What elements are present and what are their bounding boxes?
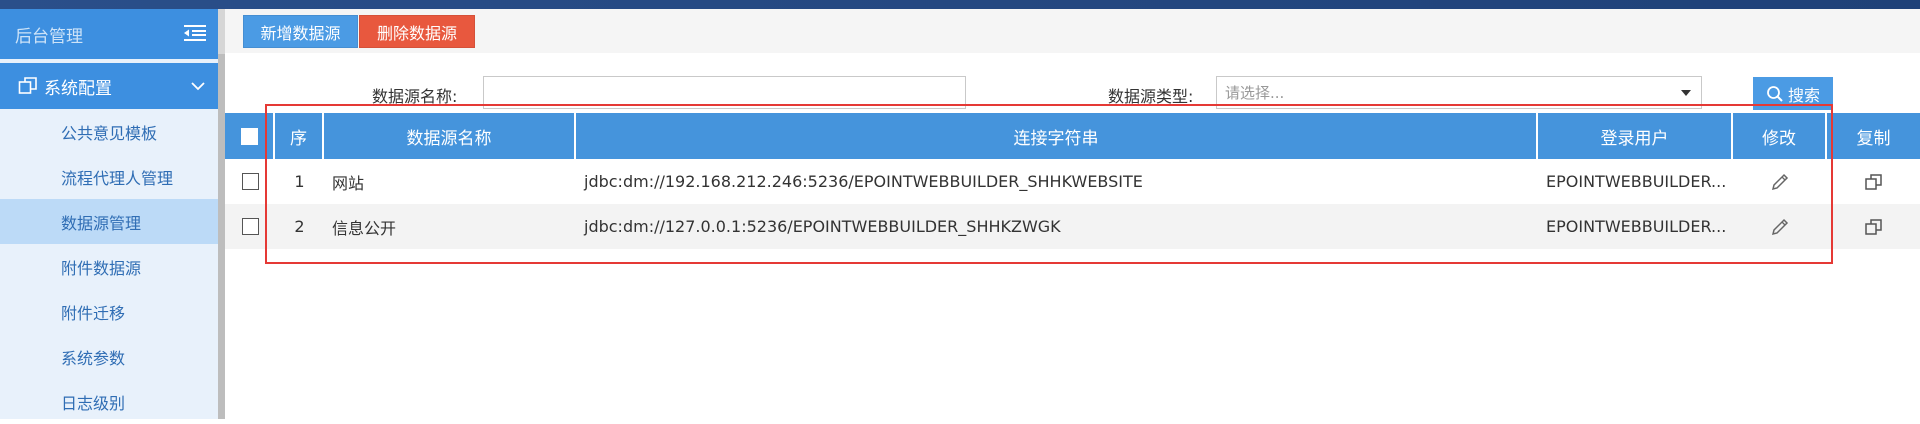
header-edit: 修改 (1733, 113, 1827, 159)
datasource-name-label: 数据源名称: (372, 87, 458, 106)
menu-collapse-icon[interactable] (184, 23, 206, 43)
sidebar-group-label: 系统配置 (44, 78, 112, 99)
select-all-checkbox[interactable] (240, 127, 258, 145)
pencil-icon[interactable] (1769, 216, 1791, 238)
sidebar: 后台管理 系统配置 公共意见模板 流程代理人管理 数据源管理 附件数据源 附件迁… (0, 9, 218, 419)
search-button[interactable]: 搜索 (1753, 77, 1833, 110)
header-copy: 复制 (1856, 128, 1891, 149)
datasource-type-label: 数据源类型: (1108, 87, 1194, 106)
dropdown-caret-icon (1681, 90, 1691, 96)
row-name: 网站 (332, 173, 365, 193)
window-icon (18, 77, 37, 94)
add-datasource-button[interactable]: 新增数据源 (243, 15, 358, 48)
sidebar-item-system-params[interactable]: 系统参数 (0, 334, 218, 379)
datasource-type-placeholder: 请选择... (1225, 84, 1285, 102)
header-name[interactable]: 数据源名称 (324, 113, 576, 159)
sidebar-scrollbar-thumb[interactable] (218, 54, 225, 419)
row-no: 1 (294, 172, 305, 191)
sidebar-item-log-level[interactable]: 日志级别 (0, 379, 218, 424)
top-bar (0, 0, 1920, 9)
sidebar-scrollbar[interactable] (218, 9, 225, 419)
sidebar-item-attachment-datasource[interactable]: 附件数据源 (0, 244, 218, 289)
row-login-user: EPOINTWEBBUILDER... (1546, 217, 1727, 236)
row-edit-cell (1733, 204, 1827, 249)
row-checkbox[interactable] (241, 218, 259, 235)
datasource-type-select[interactable]: 请选择... (1216, 76, 1702, 109)
row-select-cell (225, 204, 275, 249)
row-connection-string: jdbc:dm://127.0.0.1:5236/EPOINTWEBBUILDE… (584, 217, 1061, 236)
sidebar-header: 后台管理 (0, 9, 218, 59)
row-copy-cell (1827, 159, 1920, 204)
copy-icon[interactable] (1863, 216, 1885, 238)
row-edit-cell (1733, 159, 1827, 204)
main-content: 新增数据源 删除数据源 数据源名称: 数据源类型: 请选择... 搜索 序 数据… (225, 9, 1920, 419)
row-login-user: EPOINTWEBBUILDER... (1546, 172, 1727, 191)
copy-icon[interactable] (1863, 171, 1885, 193)
search-icon (1767, 85, 1783, 102)
grid-header-row: 序 数据源名称 连接字符串 登录用户 修改 复制 (225, 113, 1920, 159)
delete-datasource-button[interactable]: 删除数据源 (359, 15, 475, 48)
sidebar-item-attachment-migration[interactable]: 附件迁移 (0, 289, 218, 334)
row-checkbox[interactable] (241, 173, 259, 190)
header-login-user[interactable]: 登录用户 (1538, 113, 1733, 159)
search-bar: 数据源名称: 数据源类型: 请选择... 搜索 (225, 53, 1920, 113)
sidebar-item-process-agent[interactable]: 流程代理人管理 (0, 154, 218, 199)
row-no: 2 (294, 217, 305, 236)
pencil-icon[interactable] (1769, 171, 1791, 193)
sidebar-item-datasource[interactable]: 数据源管理 (0, 199, 218, 244)
datasource-name-input[interactable] (483, 76, 966, 109)
header-select-all-cell (225, 113, 275, 159)
row-connection-string: jdbc:dm://192.168.212.246:5236/EPOINTWEB… (584, 172, 1143, 191)
chevron-down-icon (191, 82, 205, 91)
row-copy-cell (1827, 204, 1920, 249)
row-select-cell (225, 159, 275, 204)
toolbar: 新增数据源 删除数据源 (225, 9, 1920, 53)
header-no[interactable]: 序 (275, 113, 324, 159)
header-connection-string[interactable]: 连接字符串 (576, 113, 1538, 159)
sidebar-item-opinion-template[interactable]: 公共意见模板 (0, 109, 218, 154)
search-button-label: 搜索 (1787, 85, 1820, 105)
sidebar-group-system-config[interactable]: 系统配置 (0, 63, 218, 109)
row-name: 信息公开 (332, 218, 397, 238)
sidebar-title: 后台管理 (15, 26, 83, 47)
table-row[interactable]: 1 网站 jdbc:dm://192.168.212.246:5236/EPOI… (225, 159, 1920, 204)
table-row[interactable]: 2 信息公开 jdbc:dm://127.0.0.1:5236/EPOINTWE… (225, 204, 1920, 249)
